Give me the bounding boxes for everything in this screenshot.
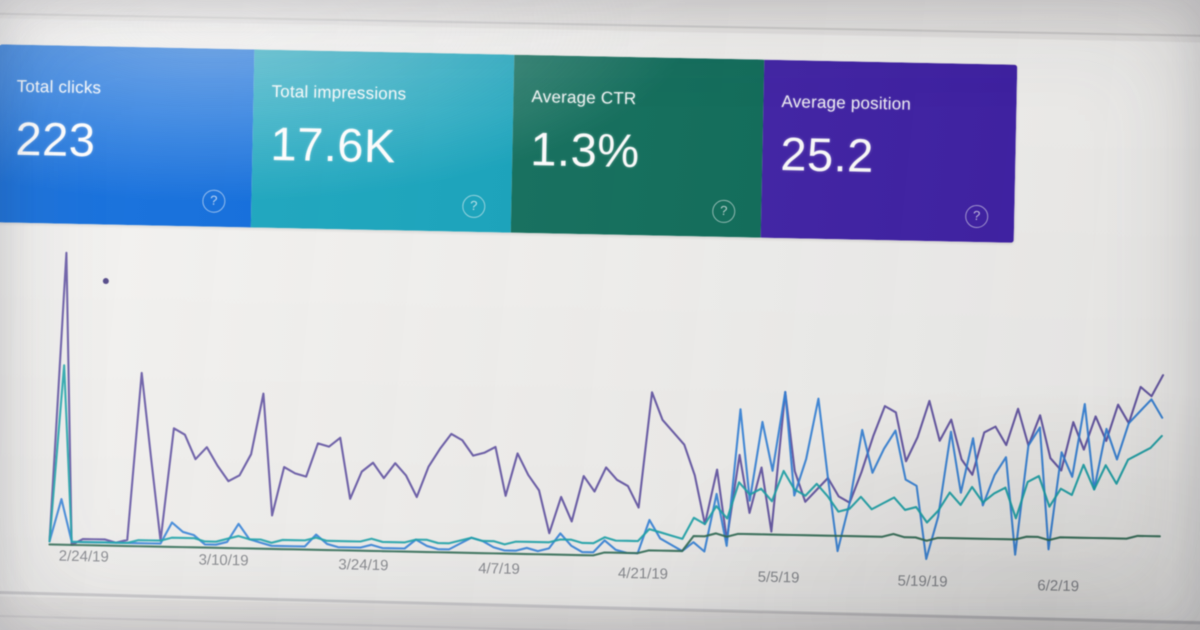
x-axis-tick-label: 5/5/19 <box>757 568 800 587</box>
scorecard-average-position[interactable]: Average position 25.2 ? <box>760 59 1018 243</box>
x-axis-tick-label: 3/24/19 <box>338 556 389 575</box>
scorecard-label: Total clicks <box>16 76 102 98</box>
scorecard-value: 17.6K <box>270 116 397 173</box>
performance-line-chart[interactable] <box>0 232 1195 586</box>
x-axis-tick-label: 6/2/19 <box>1037 577 1080 595</box>
x-axis-tick-label: 4/7/19 <box>477 560 521 579</box>
chart-series-line <box>48 390 1164 561</box>
scorecard-label: Total impressions <box>271 81 407 104</box>
help-circle-icon[interactable]: ? <box>712 199 736 224</box>
chart-outlier-point <box>102 278 109 285</box>
x-axis-tick-label: 2/24/19 <box>58 547 109 566</box>
photographed-screen-scene: Total clicks 223 ? Total impressions 17.… <box>0 0 1200 630</box>
x-axis-tick-label: 4/21/19 <box>617 564 669 583</box>
chart-canvas <box>48 251 1165 561</box>
screen-surface: Total clicks 223 ? Total impressions 17.… <box>0 18 1200 621</box>
scorecard-value: 1.3% <box>529 122 641 178</box>
chart-series-line <box>48 251 1165 546</box>
scorecard-label: Average position <box>781 92 912 114</box>
x-axis-tick-label: 5/19/19 <box>897 572 948 591</box>
scorecard-value: 25.2 <box>779 127 875 182</box>
scorecard-label: Average CTR <box>531 87 637 109</box>
help-circle-icon[interactable]: ? <box>202 189 226 213</box>
help-circle-icon[interactable]: ? <box>462 194 486 219</box>
x-axis-tick-label: 3/10/19 <box>198 551 249 570</box>
scorecard-value: 223 <box>15 111 97 167</box>
scorecard-average-ctr[interactable]: Average CTR 1.3% ? <box>510 54 765 238</box>
scorecard-total-impressions[interactable]: Total impressions 17.6K ? <box>250 49 515 233</box>
scorecard-total-clicks[interactable]: Total clicks 223 ? <box>0 44 255 228</box>
help-circle-icon[interactable]: ? <box>964 204 989 229</box>
scorecard-row: Total clicks 223 ? Total impressions 17.… <box>0 44 1018 243</box>
